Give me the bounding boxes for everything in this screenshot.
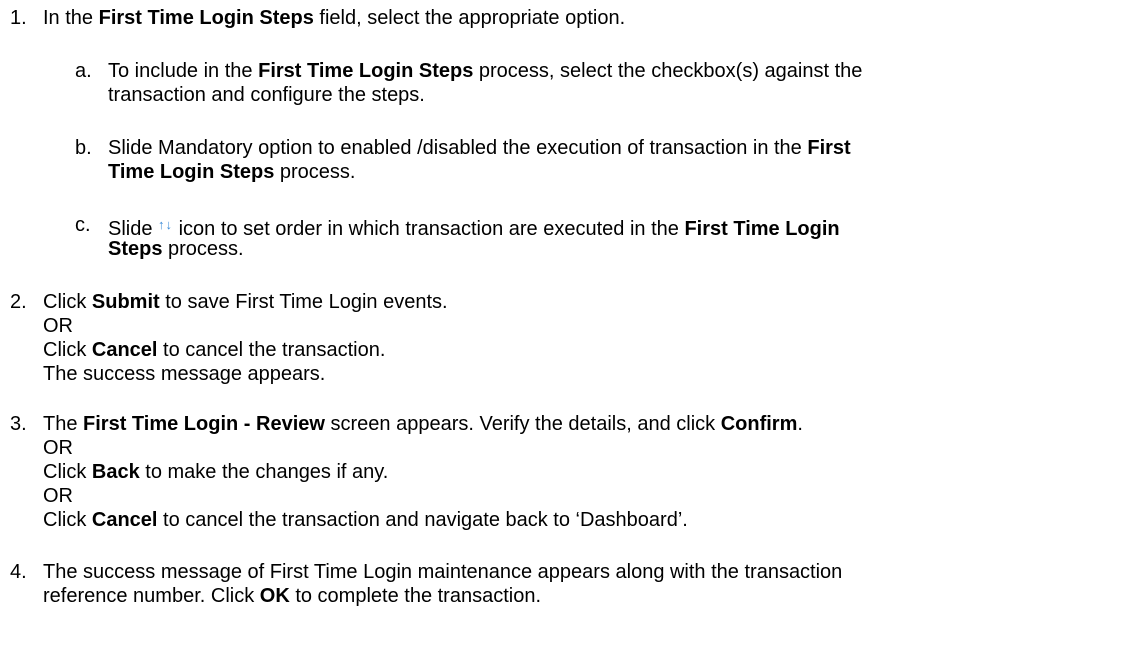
step-1b-label: b. [75, 137, 92, 159]
document-page: 1. In the First Time Login Steps field, … [0, 0, 1123, 656]
step-4-number: 4. [10, 561, 27, 583]
step-3-line-5: Click Cancel to cancel the transaction a… [43, 509, 688, 531]
step-4-line-1: The success message of First Time Login … [43, 561, 843, 583]
step-3-number: 3. [10, 413, 27, 435]
step-2-line-4: The success message appears. [43, 363, 326, 385]
step-1a-label: a. [75, 60, 92, 82]
step-1-text: In the First Time Login Steps field, sel… [43, 7, 626, 29]
step-3-line-2: OR [43, 437, 73, 459]
sort-arrows-icon: ↑↓ [158, 217, 174, 232]
step-3-line-4: OR [43, 485, 73, 507]
step-2-line-1: Click Submit to save First Time Login ev… [43, 291, 448, 313]
step-1b-line-1: Slide Mandatory option to enabled /disab… [108, 137, 851, 159]
step-3-line-1: The First Time Login - Review screen app… [43, 413, 803, 435]
step-3-line-3: Click Back to make the changes if any. [43, 461, 389, 483]
step-1b-line-2: Time Login Steps process. [108, 161, 356, 183]
step-1c-label: c. [75, 214, 91, 236]
step-2-number: 2. [10, 291, 27, 313]
step-4-line-2: reference number. Click OK to complete t… [43, 585, 542, 607]
step-2-line-2: OR [43, 315, 73, 337]
step-1-number: 1. [10, 7, 27, 29]
step-1a-line-1: To include in the First Time Login Steps… [108, 60, 863, 82]
step-2-line-3: Click Cancel to cancel the transaction. [43, 339, 386, 361]
step-1c-line-2: Steps process. [108, 238, 244, 260]
step-1a-line-2: transaction and configure the steps. [108, 84, 425, 106]
